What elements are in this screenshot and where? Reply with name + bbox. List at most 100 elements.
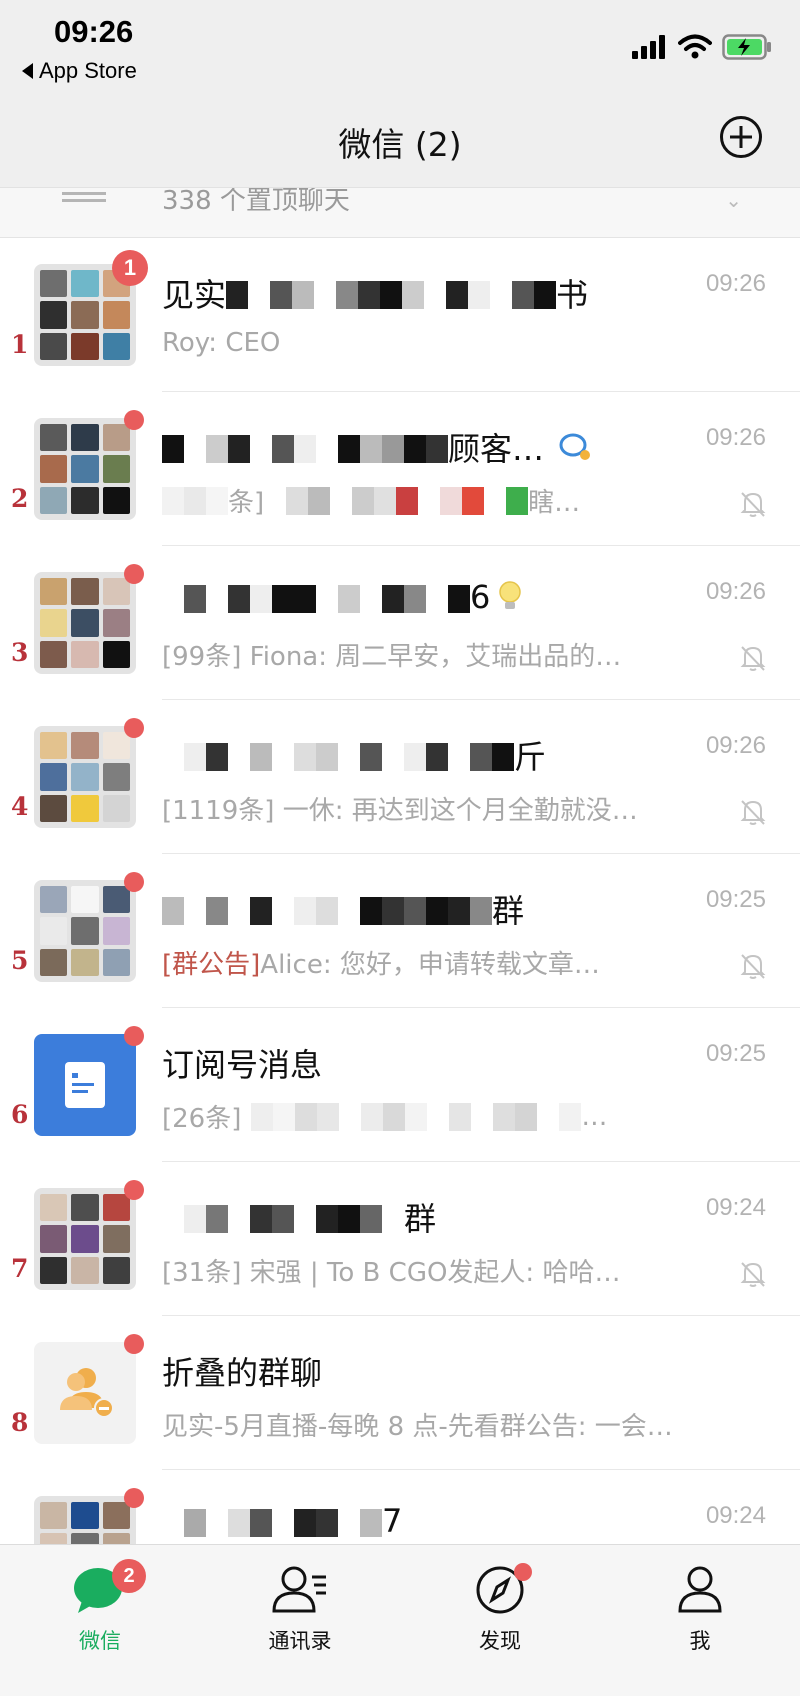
chat-name: 6 <box>162 578 522 616</box>
back-triangle-icon <box>22 63 33 79</box>
unread-dot <box>124 872 144 892</box>
chat-item[interactable]: 3 6 09:26 [99条] Fiona: 周二早安，艾瑞出品的… <box>0 546 800 700</box>
pinned-chats-label: 338 个置顶聊天 <box>162 188 350 216</box>
unread-dot <box>124 1180 144 1200</box>
row-number: 5 <box>11 946 29 975</box>
chat-item[interactable]: 4 斤 09:26 [1119条] 一休: 再达到这个月全勤就没… <box>0 700 800 854</box>
chat-item[interactable]: 2 顾客… 09:26 条] 瞎… <box>0 392 800 546</box>
pixelated-text <box>264 486 529 515</box>
tab-label: 微信 <box>79 1629 121 1653</box>
pixelated-text <box>226 279 557 309</box>
chat-item[interactable]: 6 订阅号消息 09:25 [26条] … <box>0 1008 800 1162</box>
row-number: 7 <box>11 1254 29 1283</box>
tab-contacts[interactable]: 通讯录 <box>220 1565 380 1655</box>
chat-name: 群 <box>162 886 524 932</box>
row-number: 1 <box>11 330 29 359</box>
group-avatar <box>34 418 136 520</box>
group-avatar <box>34 1188 136 1290</box>
folded-group-avatar <box>34 1342 136 1444</box>
chat-name: 订阅号消息 <box>162 1046 323 1084</box>
unread-dot <box>124 718 144 738</box>
unread-dot <box>124 1026 144 1046</box>
chat-preview: [1119条] 一休: 再达到这个月全勤就没… <box>162 796 638 826</box>
wifi-icon <box>678 34 712 59</box>
chat-name: 斤 <box>162 732 546 778</box>
tab-me[interactable]: 我 <box>620 1565 780 1655</box>
back-to-app-link[interactable]: App Store <box>22 58 137 84</box>
status-time: 09:26 <box>54 14 134 49</box>
chat-preview: [99条] Fiona: 周二早安，艾瑞出品的… <box>162 642 622 672</box>
chat-item[interactable]: 7 群 09:24 [31条] 宋强 | To B CGO发起人: 哈哈… <box>0 1162 800 1316</box>
chat-name: 顾客… <box>162 424 594 470</box>
mute-bell-icon <box>740 800 766 825</box>
subscription-document-icon <box>65 1062 105 1108</box>
back-app-label: App Store <box>39 58 137 83</box>
chat-list: 1 1 见实 书 09:26 Roy: CEO 2 顾客… 09:26 条] 瞎… <box>0 238 800 1624</box>
tab-unread-dot <box>514 1563 532 1581</box>
chat-name: 折叠的群聊 <box>162 1354 323 1392</box>
chat-time: 09:24 <box>705 1502 766 1529</box>
row-number: 8 <box>11 1408 29 1437</box>
system-icons <box>632 34 772 60</box>
chat-preview: 条] 瞎… <box>162 482 702 519</box>
pixelated-text <box>162 741 514 771</box>
chat-time: 09:25 <box>705 1040 766 1067</box>
unread-dot <box>124 1488 144 1508</box>
navigation-bar: 微信 (2) <box>0 96 800 188</box>
chat-name: 群 <box>162 1194 436 1240</box>
chevron-down-icon: ⌄ <box>725 188 742 212</box>
chat-preview: [31条] 宋强 | To B CGO发起人: 哈哈… <box>162 1258 621 1288</box>
tab-discover[interactable]: 发现 <box>420 1563 580 1655</box>
contacts-icon <box>272 1566 326 1613</box>
enterprise-chat-icon <box>559 433 591 460</box>
tab-label: 通讯录 <box>268 1629 332 1653</box>
chat-name: 7 <box>162 1502 402 1540</box>
chat-time: 09:24 <box>705 1194 766 1221</box>
group-notice-tag: [群公告] <box>162 950 261 980</box>
chat-time: 09:26 <box>705 578 766 605</box>
unread-dot <box>124 1334 144 1354</box>
unread-count-badge: 1 <box>112 250 148 286</box>
chat-item[interactable]: 5 群 09:25 [群公告] Alice: 您好，申请转载文章… <box>0 854 800 1008</box>
pixelated-text <box>162 433 448 463</box>
chat-time: 09:26 <box>705 270 766 297</box>
chat-item[interactable]: 8 折叠的群聊 见实-5月直播-每晚 8 点-先看群公告: 一会… <box>0 1316 800 1470</box>
row-number: 3 <box>11 638 29 667</box>
add-plus-button[interactable] <box>720 116 762 158</box>
chat-preview: [26条] … <box>162 1101 608 1135</box>
row-number: 6 <box>11 1100 29 1129</box>
unread-dot <box>124 564 144 584</box>
cellular-signal-icon <box>632 35 665 59</box>
folded-groups-icon <box>60 1368 114 1418</box>
pixelated-text <box>162 1507 382 1537</box>
row-number: 2 <box>11 484 29 513</box>
mute-bell-icon <box>740 492 766 517</box>
unread-dot <box>124 410 144 430</box>
chat-time: 09:25 <box>705 886 766 913</box>
pixelated-text <box>162 583 470 613</box>
row-number: 4 <box>11 792 29 821</box>
pinned-chats-bar[interactable]: 338 个置顶聊天 ⌄ <box>0 188 800 238</box>
chat-preview: 见实-5月直播-每晚 8 点-先看群公告: 一会… <box>162 1412 673 1442</box>
chat-item[interactable]: 1 1 见实 书 09:26 Roy: CEO <box>0 238 800 392</box>
mute-bell-icon <box>740 646 766 671</box>
bottom-tab-bar: 2 微信 通讯录 发现 我 <box>0 1544 800 1696</box>
subscription-avatar <box>34 1034 136 1136</box>
profile-icon <box>678 1566 722 1613</box>
mute-bell-icon <box>740 1262 766 1287</box>
chat-time: 09:26 <box>705 732 766 759</box>
light-bulb-icon <box>499 581 522 609</box>
group-avatar <box>34 880 136 982</box>
pixelated-text <box>162 1203 404 1233</box>
tab-wechat[interactable]: 2 微信 <box>20 1559 180 1655</box>
pixelated-text <box>162 895 492 925</box>
chat-time: 09:26 <box>705 424 766 451</box>
page-title: 微信 (2) <box>338 125 462 164</box>
pixelated-text <box>251 1102 582 1131</box>
tab-label: 发现 <box>479 1629 521 1653</box>
chat-preview: Roy: CEO <box>162 328 281 358</box>
battery-charging-icon <box>722 34 771 60</box>
chat-preview: [群公告] Alice: 您好，申请转载文章… <box>162 944 702 981</box>
chat-name: 见实 书 <box>162 276 589 314</box>
tab-label: 我 <box>689 1629 711 1653</box>
